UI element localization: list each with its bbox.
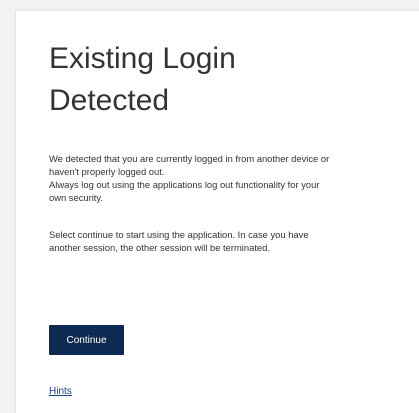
- detection-message: We detected that you are currently logge…: [49, 152, 389, 204]
- continue-instructions: Select continue to start using the appli…: [49, 228, 389, 254]
- login-dialog-card: Existing Login Detected We detected that…: [15, 10, 419, 413]
- page-title: Existing Login Detected: [49, 38, 379, 122]
- continue-instructions-line-2: another session, the other session will …: [49, 242, 270, 253]
- detection-message-line-1: We detected that you are currently logge…: [49, 153, 330, 164]
- hints-link[interactable]: Hints: [49, 386, 72, 398]
- continue-button[interactable]: Continue: [49, 325, 124, 355]
- security-advice-line-1: Always log out using the applications lo…: [49, 179, 320, 190]
- security-advice-line-2: own security.: [49, 192, 104, 203]
- page-title-line-1: Existing Login: [49, 42, 236, 75]
- page-title-line-2: Detected: [49, 84, 170, 117]
- detection-message-line-2: haven't properly logged out.: [49, 166, 165, 177]
- continue-instructions-line-1: Select continue to start using the appli…: [49, 229, 309, 240]
